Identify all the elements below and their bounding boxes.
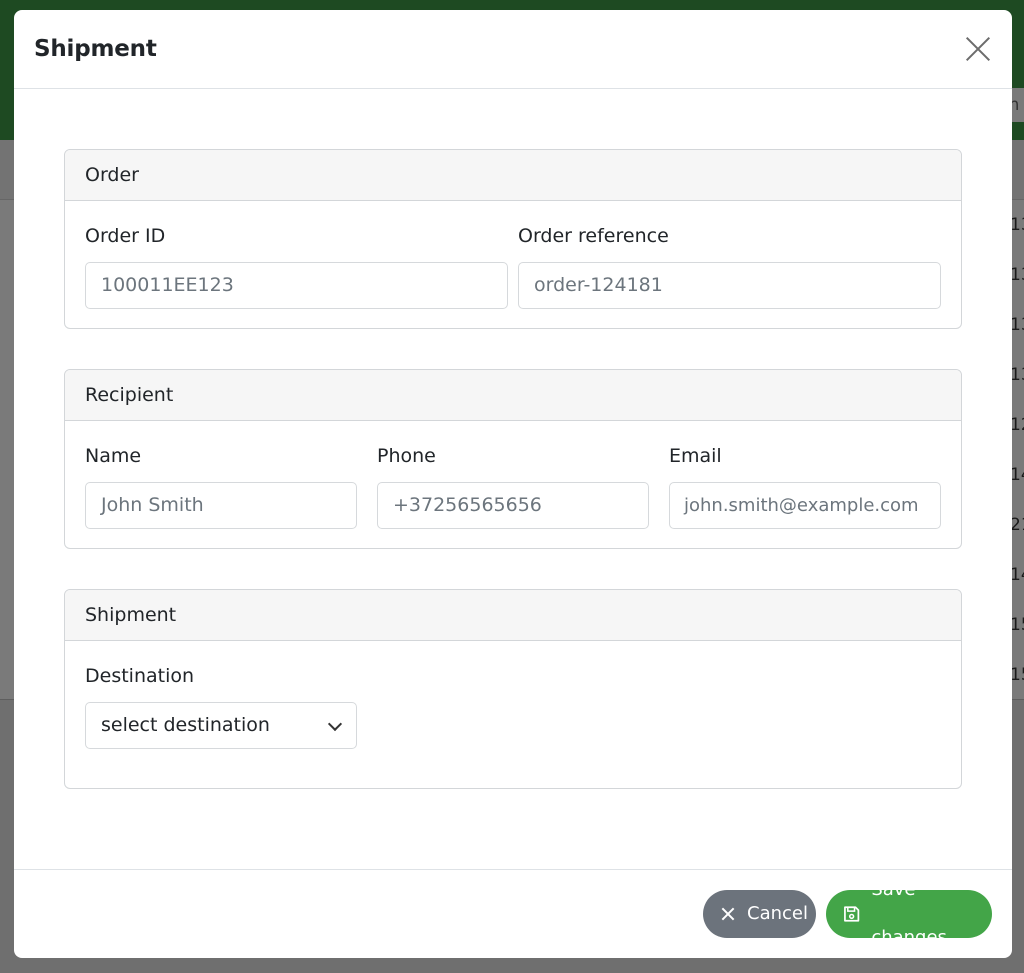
shipment-modal: Shipment Order Order ID 100011EE123 Orde… <box>14 10 1012 958</box>
table-cell: 13 <box>1010 315 1024 335</box>
modal-header: Shipment <box>14 10 1012 89</box>
order-reference-input[interactable]: order-124181 <box>518 262 941 309</box>
shipment-card: Shipment Destination select destination <box>64 589 962 789</box>
recipient-card-title: Recipient <box>65 370 961 421</box>
cancel-label: Cancel <box>747 903 808 924</box>
phone-label: Phone <box>377 445 436 467</box>
email-field: Email john.smith@example.com <box>669 442 941 529</box>
order-id-input[interactable]: 100011EE123 <box>85 262 508 309</box>
chevron-down-icon <box>327 716 343 732</box>
save-label: Save changes <box>871 879 947 948</box>
shipment-card-title: Shipment <box>65 590 961 641</box>
destination-value: select destination <box>101 714 270 736</box>
table-cell: 12 <box>1010 415 1024 435</box>
table-cell: 15 <box>1010 615 1024 635</box>
order-card: Order Order ID 100011EE123 Order referen… <box>64 149 962 329</box>
name-input[interactable]: John Smith <box>85 482 357 529</box>
recipient-card: Recipient Name John Smith Phone +3725656… <box>64 369 962 549</box>
table-cell: 14 <box>1010 565 1024 585</box>
order-card-title: Order <box>65 150 961 201</box>
table-cell: 21 <box>1010 515 1024 535</box>
modal-title: Shipment <box>34 36 157 62</box>
phone-field: Phone +37256565656 <box>377 442 649 529</box>
close-icon <box>721 907 735 921</box>
email-label: Email <box>669 445 722 467</box>
table-cell: 13 <box>1010 265 1024 285</box>
order-reference-label: Order reference <box>518 225 669 247</box>
phone-input[interactable]: +37256565656 <box>377 482 649 529</box>
order-id-field: Order ID 100011EE123 <box>85 222 508 309</box>
save-button[interactable]: Save changes <box>826 879 992 948</box>
cancel-button[interactable]: Cancel <box>703 890 816 938</box>
close-icon[interactable] <box>964 35 992 63</box>
table-cell: 13 <box>1010 365 1024 385</box>
order-id-label: Order ID <box>85 225 166 247</box>
email-input[interactable]: john.smith@example.com <box>669 482 941 529</box>
name-label: Name <box>85 445 142 467</box>
destination-label: Destination <box>85 665 195 687</box>
order-reference-field: Order reference order-124181 <box>518 222 941 309</box>
table-cell: 13 <box>1010 215 1024 235</box>
name-field: Name John Smith <box>85 442 357 529</box>
destination-field: Destination select destination <box>85 662 357 749</box>
destination-select[interactable]: select destination <box>85 702 357 749</box>
table-cell: 15 <box>1010 665 1024 685</box>
floppy-disk-icon <box>844 906 860 922</box>
table-cell: 14 <box>1010 465 1024 485</box>
modal-footer: Cancel Save changes <box>14 869 1012 958</box>
